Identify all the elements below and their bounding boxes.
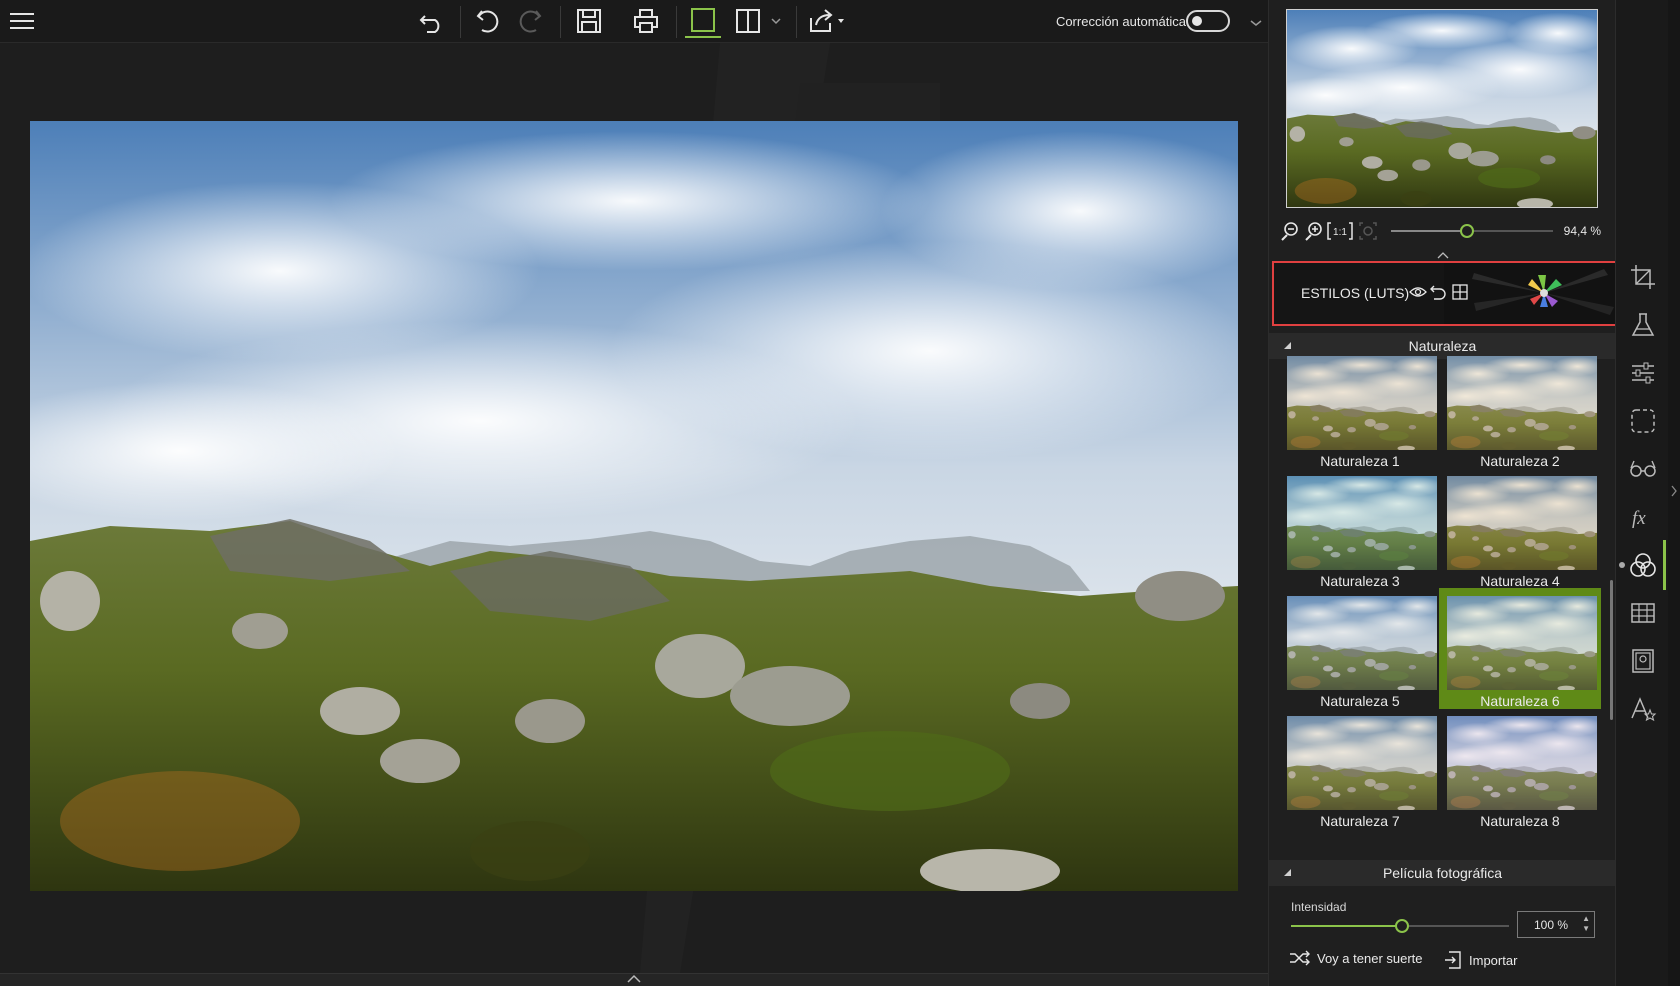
adjustments-icon[interactable] (1628, 358, 1658, 388)
tool-rail: fx (1615, 0, 1668, 986)
chevron-down-icon[interactable] (1250, 14, 1262, 32)
zoom-1to1-icon[interactable]: 1:1 (1327, 220, 1353, 242)
reset-icon[interactable] (1429, 283, 1447, 306)
section-film-label: Película fotográfica (1382, 865, 1503, 881)
redo-icon[interactable] (513, 4, 549, 38)
intensity-stepper[interactable]: ▲ ▼ (1582, 914, 1590, 934)
preset-tile[interactable]: Naturaleza 6 (1439, 588, 1601, 709)
preset-tile[interactable]: Naturaleza 8 (1439, 716, 1601, 837)
view-dropdown-icon[interactable] (768, 4, 784, 38)
svg-text:1:1: 1:1 (1333, 227, 1347, 238)
styles-luts-header: ESTILOS (LUTS) (1272, 261, 1617, 326)
eye-icon[interactable] (1409, 283, 1427, 306)
zoom-value: 94,4 % (1563, 224, 1601, 238)
preset-thumbnail (1287, 356, 1437, 450)
preset-label: Naturaleza 1 (1320, 453, 1400, 469)
zoom-out-icon[interactable] (1279, 220, 1301, 242)
grid-view-icon[interactable] (1451, 283, 1469, 306)
preset-label: Naturaleza 3 (1320, 573, 1400, 589)
right-panel: 1:1 94,4 % ESTILOS (LUTS) Naturaleza Nat… (1268, 0, 1617, 986)
zoom-in-icon[interactable] (1303, 220, 1325, 242)
preset-tile[interactable]: Naturaleza 7 (1279, 716, 1441, 837)
image-canvas[interactable] (0, 43, 1268, 973)
undo-all-icon[interactable] (414, 4, 450, 38)
styles-title: ESTILOS (LUTS) (1301, 285, 1410, 301)
svg-text:fx: fx (1632, 508, 1646, 529)
preset-thumbnail (1447, 596, 1597, 690)
filmstrip-toggle[interactable] (0, 973, 1268, 986)
zoom-slider[interactable] (1391, 224, 1553, 238)
section-nature-label: Naturaleza (1408, 338, 1477, 354)
auto-correction-label: Corrección automática (1055, 14, 1186, 29)
preset-thumbnail (1447, 716, 1597, 810)
preset-grid: Naturaleza 1 Naturaleza 2 Naturaleza 3 Natu… (1269, 356, 1616, 858)
preset-label: Naturaleza 8 (1480, 813, 1560, 829)
preset-label: Naturaleza 6 (1480, 693, 1560, 709)
chevron-right-icon[interactable] (1670, 484, 1678, 498)
section-film[interactable]: Película fotográfica (1269, 860, 1616, 886)
zoom-controls: 1:1 94,4 % (1279, 218, 1609, 244)
intensity-slider[interactable] (1291, 919, 1509, 933)
single-view-icon[interactable] (685, 4, 721, 38)
import-button[interactable]: Importar (1443, 950, 1517, 970)
preset-scrollbar[interactable] (1610, 580, 1613, 720)
glasses-icon[interactable] (1628, 454, 1658, 484)
import-icon (1445, 951, 1461, 969)
auto-correction-toggle[interactable] (1186, 10, 1230, 32)
main-photo (30, 121, 1238, 891)
preset-tile[interactable]: Naturaleza 3 (1279, 476, 1441, 597)
effects-fx-icon[interactable]: fx (1628, 502, 1658, 532)
print-icon[interactable] (628, 4, 664, 38)
preset-tile[interactable]: Naturaleza 5 (1279, 596, 1441, 717)
luts-banner-art (1444, 263, 1615, 324)
shuffle-icon (1290, 950, 1310, 966)
split-view-icon[interactable] (730, 4, 766, 38)
navigator-thumbnail[interactable] (1286, 9, 1598, 208)
preset-tile[interactable]: Naturaleza 1 (1279, 356, 1441, 477)
preset-tile[interactable]: Naturaleza 2 (1439, 356, 1601, 477)
intensity-label: Intensidad (1291, 900, 1347, 914)
undo-icon[interactable] (469, 4, 505, 38)
import-label: Importar (1469, 952, 1518, 968)
zoom-fit-icon[interactable] (1357, 220, 1379, 242)
preset-label: Naturaleza 7 (1320, 813, 1400, 829)
portrait-frame-icon[interactable] (1628, 646, 1658, 676)
app-window: Corrección automática 1:1 94,4 % ESTILOS… (0, 0, 1680, 986)
random-style-button[interactable]: Voy a tener suerte (1289, 950, 1423, 966)
panel-edge[interactable] (1668, 0, 1680, 986)
preset-thumbnail (1287, 716, 1437, 810)
crop-icon[interactable] (1628, 262, 1658, 292)
preset-thumbnail (1287, 596, 1437, 690)
preset-thumbnail (1287, 476, 1437, 570)
preset-tile[interactable]: Naturaleza 4 (1439, 476, 1601, 597)
active-tool-indicator (1663, 540, 1666, 590)
menu-icon[interactable] (4, 4, 40, 38)
preset-label: Naturaleza 4 (1480, 573, 1560, 589)
share-icon[interactable] (806, 4, 850, 38)
save-icon[interactable] (571, 4, 607, 38)
preset-thumbnail (1447, 356, 1597, 450)
flask-icon[interactable] (1628, 310, 1658, 340)
selection-icon[interactable] (1628, 406, 1658, 436)
preset-thumbnail (1447, 476, 1597, 570)
top-toolbar: Corrección automática (0, 0, 1268, 43)
random-style-label: Voy a tener suerte (1317, 950, 1423, 966)
intensity-input[interactable]: 100 % ▲ ▼ (1517, 911, 1595, 938)
text-style-icon[interactable] (1628, 694, 1658, 724)
texture-grid-icon[interactable] (1628, 598, 1658, 628)
preset-label: Naturaleza 2 (1480, 453, 1560, 469)
intensity-value: 100 % (1533, 918, 1568, 932)
preset-label: Naturaleza 5 (1320, 693, 1400, 709)
luts-circles-icon[interactable] (1628, 550, 1658, 580)
